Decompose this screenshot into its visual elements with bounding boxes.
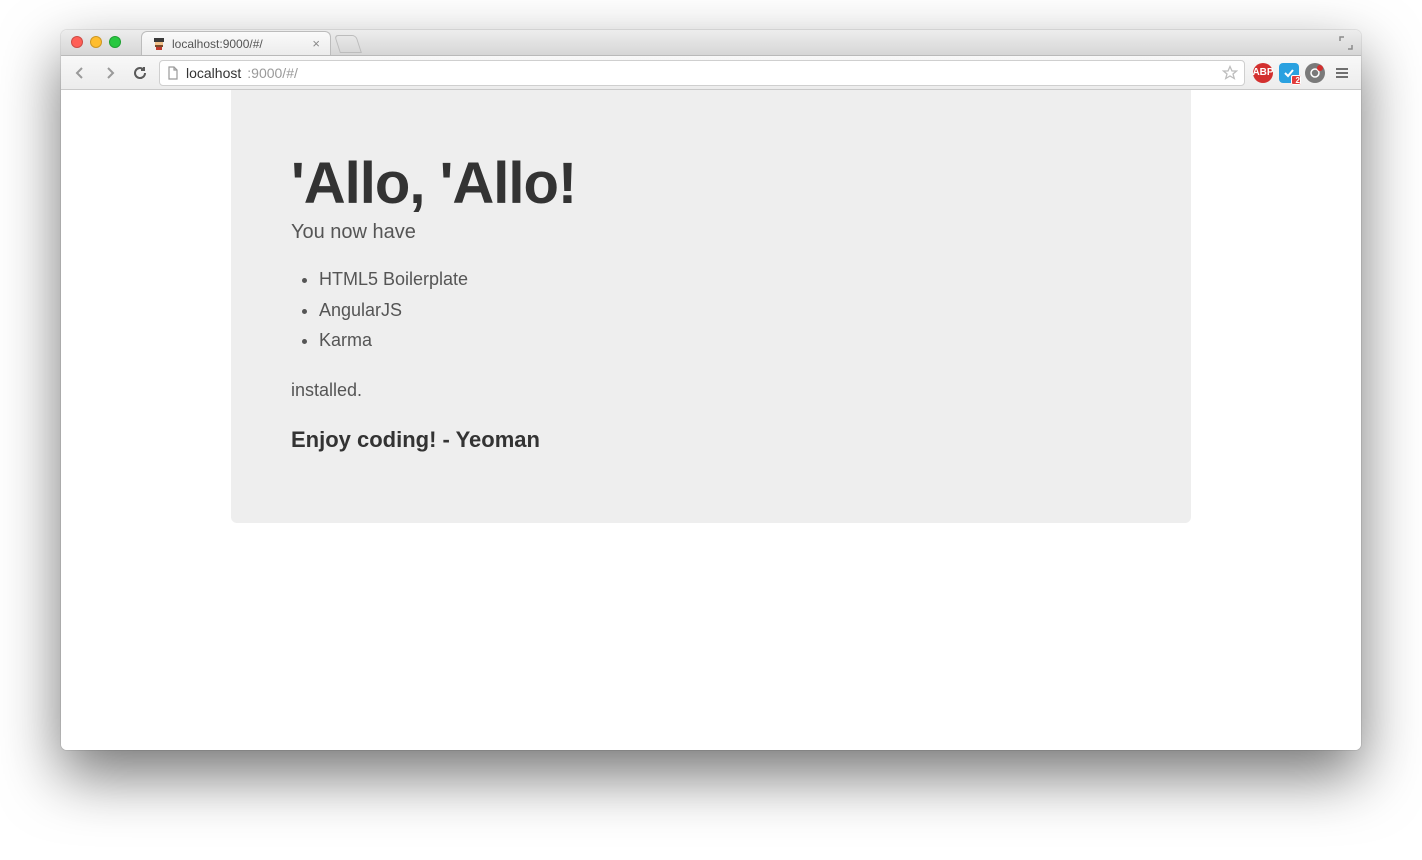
back-button[interactable] bbox=[69, 62, 91, 84]
jumbotron: 'Allo, 'Allo! You now have HTML5 Boilerp… bbox=[231, 90, 1191, 523]
adblock-extension-icon[interactable]: ABP bbox=[1253, 63, 1273, 83]
lead-text: You now have bbox=[291, 221, 1131, 244]
browser-window: localhost :9000/#/ × bbox=[61, 30, 1361, 750]
titlebar: localhost:9000/#/ × bbox=[61, 30, 1361, 56]
forward-button[interactable] bbox=[99, 62, 121, 84]
extension-icon[interactable]: 2 bbox=[1279, 63, 1299, 83]
browser-tab[interactable]: localhost:9000/#/ × bbox=[141, 31, 331, 55]
extension-badge: 2 bbox=[1296, 76, 1300, 85]
close-tab-button[interactable]: × bbox=[312, 37, 320, 50]
fullscreen-icon[interactable] bbox=[1339, 36, 1353, 50]
page-heading: 'Allo, 'Allo! bbox=[291, 150, 1131, 217]
minimize-window-button[interactable] bbox=[90, 36, 102, 48]
footer-heading: Enjoy coding! - Yeoman bbox=[291, 427, 1131, 453]
url-host: localhost bbox=[186, 65, 241, 81]
reload-button[interactable] bbox=[129, 62, 151, 84]
url-path: :9000/#/ bbox=[247, 65, 298, 81]
feature-list: HTML5 Boilerplate AngularJS Karma bbox=[291, 264, 1131, 356]
zoom-window-button[interactable] bbox=[109, 36, 121, 48]
new-tab-button[interactable] bbox=[334, 35, 362, 53]
window-controls bbox=[71, 36, 121, 48]
extension-icon[interactable] bbox=[1305, 63, 1325, 83]
address-bar[interactable]: localhost :9000/#/ bbox=[159, 60, 1245, 86]
viewport[interactable]: 'Allo, 'Allo! You now have HTML5 Boilerp… bbox=[61, 90, 1361, 750]
installed-text: installed. bbox=[291, 380, 1131, 401]
page-icon bbox=[166, 66, 180, 80]
toolbar: localhost :9000/#/ ABP 2 bbox=[61, 56, 1361, 90]
yeoman-icon bbox=[152, 37, 166, 51]
menu-icon[interactable] bbox=[1331, 62, 1353, 84]
list-item: Karma bbox=[319, 325, 1131, 356]
list-item: HTML5 Boilerplate bbox=[319, 264, 1131, 295]
close-window-button[interactable] bbox=[71, 36, 83, 48]
bookmark-star-icon[interactable] bbox=[1222, 65, 1238, 81]
extension-icons: ABP 2 bbox=[1253, 62, 1353, 84]
list-item: AngularJS bbox=[319, 295, 1131, 326]
tab-title: localhost:9000/#/ bbox=[172, 37, 263, 51]
